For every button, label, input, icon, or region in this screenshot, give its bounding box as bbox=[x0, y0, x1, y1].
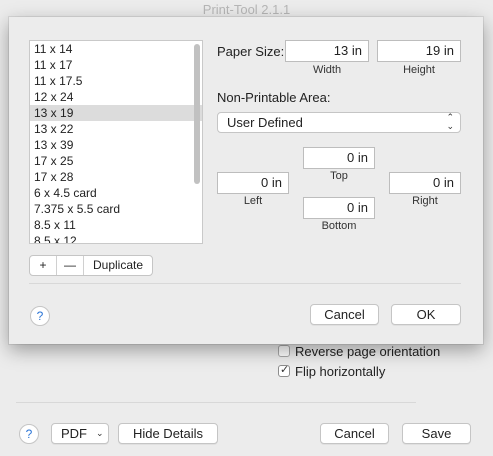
paper-size-label: Paper Size: bbox=[217, 44, 285, 59]
footer-separator bbox=[16, 402, 416, 403]
help-icon[interactable]: ? bbox=[19, 424, 39, 444]
reverse-orientation-label: Reverse page orientation bbox=[295, 344, 441, 359]
list-item[interactable]: 11 x 17 bbox=[30, 57, 202, 73]
list-item[interactable]: 8.5 x 12 bbox=[30, 233, 202, 243]
chevron-down-icon: ⌄ bbox=[96, 428, 104, 438]
top-caption: Top bbox=[330, 170, 348, 182]
list-item[interactable]: 13 x 19 bbox=[30, 105, 202, 121]
list-item[interactable]: 6 x 4.5 card bbox=[30, 185, 202, 201]
list-controls: + — Duplicate bbox=[29, 255, 153, 276]
sheet-separator bbox=[29, 283, 461, 284]
left-margin-field[interactable]: 0 in bbox=[217, 172, 289, 194]
cancel-button[interactable]: Cancel bbox=[310, 304, 379, 325]
paper-size-list-items: 11 x 14 11 x 17 11 x 17.5 12 x 24 13 x 19 13 … bbox=[30, 41, 202, 243]
list-item[interactable]: 11 x 17.5 bbox=[30, 73, 202, 89]
list-item[interactable]: 11 x 14 bbox=[30, 41, 202, 57]
width-caption: Width bbox=[312, 64, 342, 76]
pdf-menu-button[interactable]: PDF ⌄ bbox=[51, 423, 109, 444]
updown-arrows-icon: ⌃ ⌄ bbox=[446, 112, 454, 131]
hide-details-button[interactable]: Hide Details bbox=[118, 423, 218, 444]
top-margin-field[interactable]: 0 in bbox=[303, 147, 375, 169]
help-icon[interactable]: ? bbox=[30, 306, 50, 326]
bottom-caption: Bottom bbox=[321, 220, 357, 232]
bottom-margin-field[interactable]: 0 in bbox=[303, 197, 375, 219]
add-button[interactable]: + bbox=[30, 256, 57, 275]
left-caption: Left bbox=[243, 195, 263, 207]
preset-value: User Defined bbox=[227, 115, 303, 130]
list-item[interactable]: 13 x 39 bbox=[30, 137, 202, 153]
save-button[interactable]: Save bbox=[402, 423, 471, 444]
width-field[interactable]: 13 in bbox=[285, 40, 369, 62]
remove-button[interactable]: — bbox=[57, 256, 84, 275]
list-item[interactable]: 8.5 x 11 bbox=[30, 217, 202, 233]
list-item[interactable]: 17 x 25 bbox=[30, 153, 202, 169]
height-caption: Height bbox=[403, 64, 435, 76]
right-caption: Right bbox=[412, 195, 438, 207]
list-item[interactable]: 17 x 28 bbox=[30, 169, 202, 185]
duplicate-button[interactable]: Duplicate bbox=[84, 256, 152, 275]
right-margin-field[interactable]: 0 in bbox=[389, 172, 461, 194]
print-cancel-button[interactable]: Cancel bbox=[320, 423, 389, 444]
list-item[interactable]: 7.375 x 5.5 card bbox=[30, 201, 202, 217]
window-title: Print-Tool 2.1.1 bbox=[202, 2, 291, 17]
paper-size-list[interactable]: 11 x 14 11 x 17 11 x 17.5 12 x 24 13 x 19 13 … bbox=[29, 40, 203, 244]
flip-horizontally-checkbox[interactable] bbox=[278, 363, 290, 377]
ok-button[interactable]: OK bbox=[391, 304, 461, 325]
list-item[interactable]: 13 x 22 bbox=[30, 121, 202, 137]
flip-horizontally-label: Flip horizontally bbox=[295, 364, 386, 379]
pdf-label: PDF bbox=[61, 426, 87, 441]
list-item[interactable]: 12 x 24 bbox=[30, 89, 202, 105]
non-printable-label: Non-Printable Area: bbox=[217, 90, 331, 105]
height-field[interactable]: 19 in bbox=[377, 40, 461, 62]
paper-size-sheet: 11 x 14 11 x 17 11 x 17.5 12 x 24 13 x 19 13 … bbox=[9, 17, 483, 344]
list-scrollbar[interactable] bbox=[194, 44, 200, 184]
reverse-orientation-checkbox[interactable] bbox=[278, 345, 290, 357]
non-printable-preset-select[interactable]: User Defined ⌃ ⌄ bbox=[217, 112, 461, 133]
